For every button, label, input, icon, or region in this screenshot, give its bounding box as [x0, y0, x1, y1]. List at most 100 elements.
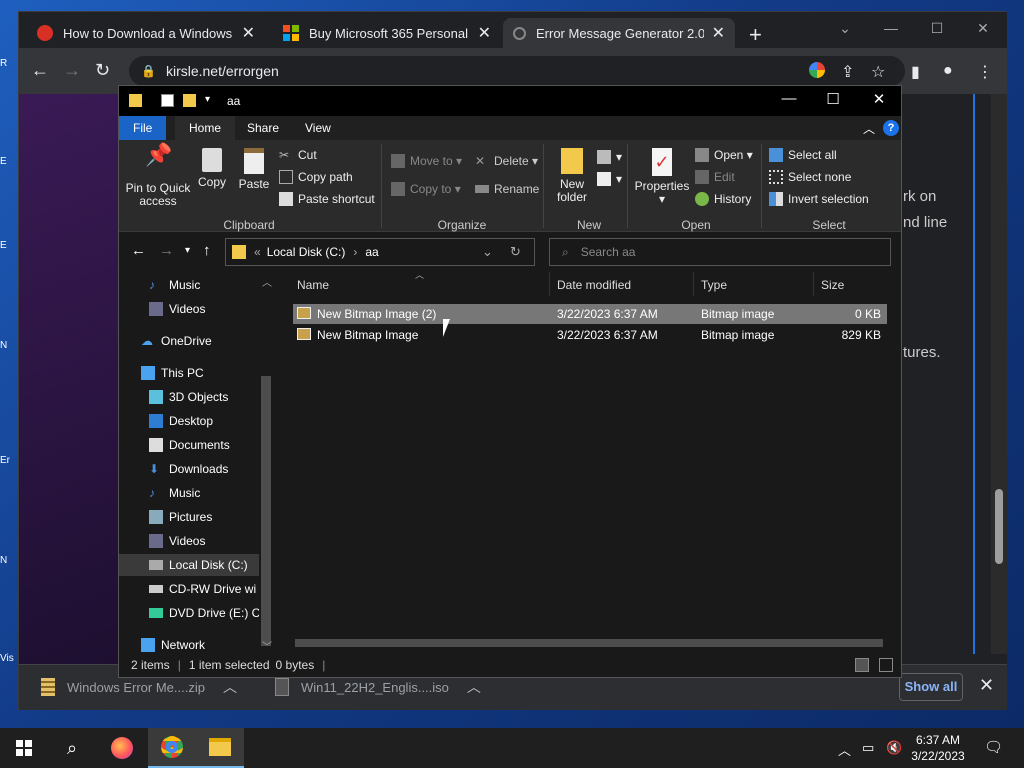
- nav-item-music[interactable]: ♪ Music: [119, 274, 259, 296]
- clock[interactable]: 6:37 AM 3/22/2023: [908, 732, 968, 764]
- nav-item-cd-drive[interactable]: CD-RW Drive wi: [119, 578, 259, 600]
- move-to-button[interactable]: Move to ▾: [391, 154, 462, 168]
- menu-icon[interactable]: ⋮: [977, 62, 993, 82]
- paste-button[interactable]: Paste: [237, 148, 271, 191]
- start-button[interactable]: [0, 728, 48, 768]
- collapse-ribbon-icon[interactable]: ︿: [863, 120, 875, 137]
- nav-item-desktop[interactable]: Desktop: [119, 410, 259, 432]
- network-icon[interactable]: ▭: [862, 740, 874, 756]
- nav-item-onedrive[interactable]: ☁ OneDrive: [119, 330, 259, 352]
- breadcrumb-aa[interactable]: aa: [365, 245, 378, 259]
- delete-button[interactable]: ✕ Delete ▾: [475, 154, 538, 168]
- google-icon[interactable]: [809, 62, 825, 78]
- download-item[interactable]: Windows Error Me....zip ︿: [41, 677, 237, 697]
- column-type[interactable]: Type: [701, 278, 727, 292]
- new-item-button[interactable]: ▾: [597, 150, 622, 164]
- chrome-icon[interactable]: [148, 728, 196, 768]
- reload-icon[interactable]: ↻: [95, 60, 110, 81]
- chevron-up-icon[interactable]: ︿: [838, 740, 851, 759]
- minimize-icon[interactable]: —: [769, 90, 809, 107]
- chevron-up-icon[interactable]: ︿: [467, 677, 481, 697]
- tab-file[interactable]: File: [119, 116, 167, 140]
- chevron-down-icon[interactable]: ﹀: [262, 638, 272, 653]
- desktop-icon[interactable]: E: [0, 240, 18, 280]
- nav-item-music[interactable]: ♪ Music: [119, 482, 259, 504]
- bookmark-star-icon[interactable]: ☆: [871, 62, 885, 82]
- column-size[interactable]: Size: [821, 278, 844, 292]
- large-icons-view-icon[interactable]: [879, 658, 893, 672]
- nav-item-videos[interactable]: Videos: [119, 530, 259, 552]
- paste-shortcut-button[interactable]: Paste shortcut: [279, 192, 375, 206]
- notifications-icon[interactable]: 🗨: [984, 738, 1003, 756]
- column-date-modified[interactable]: Date modified: [557, 278, 631, 292]
- nav-scrollbar[interactable]: ︿ ﹀: [259, 272, 273, 653]
- close-icon[interactable]: ✕: [478, 23, 491, 43]
- select-all-button[interactable]: Select all: [769, 148, 837, 162]
- profile-icon[interactable]: ●: [943, 62, 953, 80]
- nav-item-dvd-drive[interactable]: DVD Drive (E:) C: [119, 602, 259, 624]
- desktop-icon[interactable]: N: [0, 340, 18, 380]
- chevron-up-icon[interactable]: ︿: [262, 274, 272, 289]
- invert-selection-button[interactable]: Invert selection: [769, 192, 869, 206]
- properties-button[interactable]: ✓ Properties ▾: [633, 148, 691, 206]
- scrollbar-thumb[interactable]: [995, 489, 1003, 564]
- explorer-titlebar[interactable]: ▾ aa — ☐ ✕: [119, 86, 901, 116]
- page-scrollbar[interactable]: [991, 94, 1007, 654]
- nav-item-3d-objects[interactable]: 3D Objects: [119, 386, 259, 408]
- forward-icon[interactable]: →: [63, 60, 81, 81]
- close-window-icon[interactable]: ✕: [963, 16, 1003, 40]
- column-separator[interactable]: [549, 272, 550, 296]
- open-button[interactable]: Open ▾: [695, 148, 753, 162]
- close-icon[interactable]: ✕: [712, 23, 725, 43]
- maximize-icon[interactable]: ☐: [813, 90, 853, 108]
- new-folder-button[interactable]: New folder: [551, 148, 593, 204]
- pin-quick-access-button[interactable]: 📌 Pin to Quick access: [125, 144, 191, 208]
- desktop-icon[interactable]: N: [0, 555, 18, 595]
- select-none-button[interactable]: Select none: [769, 170, 851, 184]
- search-icon[interactable]: ⌕: [48, 728, 96, 768]
- column-separator[interactable]: [813, 272, 814, 296]
- forward-icon[interactable]: →: [159, 242, 174, 259]
- chevron-down-icon[interactable]: ⌄: [482, 244, 493, 260]
- firefox-icon[interactable]: [98, 728, 146, 768]
- nav-item-local-disk[interactable]: Local Disk (C:): [119, 554, 259, 576]
- tab-share[interactable]: Share: [233, 116, 293, 140]
- file-explorer-icon[interactable]: [196, 728, 244, 768]
- column-name[interactable]: Name: [297, 278, 329, 292]
- scrollbar-thumb[interactable]: [261, 376, 271, 646]
- chevron-down-icon[interactable]: ▾: [205, 94, 215, 107]
- rename-button[interactable]: Rename: [475, 182, 539, 196]
- share-icon[interactable]: ⇪: [841, 62, 854, 82]
- overflow-icon[interactable]: «: [254, 245, 261, 259]
- minimize-icon[interactable]: —: [871, 16, 911, 40]
- back-icon[interactable]: ←: [131, 242, 146, 259]
- nav-item-downloads[interactable]: ⬇ Downloads: [119, 458, 259, 480]
- desktop-icon[interactable]: Vis: [0, 653, 18, 693]
- up-icon[interactable]: ↑: [203, 242, 211, 259]
- address-box[interactable]: « Local Disk (C:) › aa ⌄ ↻: [225, 238, 535, 266]
- tab-windows-11[interactable]: How to Download a Windows 11 ✕: [27, 18, 265, 48]
- new-folder-icon[interactable]: [183, 94, 196, 107]
- nav-item-videos[interactable]: Videos: [119, 298, 259, 320]
- new-tab-button[interactable]: +: [749, 22, 762, 48]
- nav-item-pictures[interactable]: Pictures: [119, 506, 259, 528]
- tab-microsoft-365[interactable]: Buy Microsoft 365 Personal (form ✕: [273, 18, 501, 48]
- tab-error-generator[interactable]: Error Message Generator 2.0 - Ki ✕: [503, 18, 735, 48]
- close-icon[interactable]: ✕: [242, 23, 255, 43]
- copy-to-button[interactable]: Copy to ▾: [391, 182, 461, 196]
- edit-button[interactable]: Edit: [695, 170, 735, 184]
- horizontal-scrollbar[interactable]: [287, 636, 901, 650]
- nav-item-this-pc[interactable]: This PC: [119, 362, 259, 384]
- help-icon[interactable]: ?: [883, 120, 899, 136]
- details-view-icon[interactable]: [855, 658, 869, 672]
- nav-item-documents[interactable]: Documents: [119, 434, 259, 456]
- search-input[interactable]: ⌕ Search aa: [549, 238, 891, 266]
- chevron-up-icon[interactable]: ︿: [223, 677, 237, 697]
- column-separator[interactable]: [693, 272, 694, 296]
- refresh-icon[interactable]: ↻: [510, 244, 521, 260]
- close-window-icon[interactable]: ✕: [859, 90, 899, 108]
- desktop-icon[interactable]: E: [0, 156, 18, 196]
- tab-view[interactable]: View: [291, 116, 345, 140]
- properties-icon[interactable]: [161, 94, 174, 107]
- desktop-icon[interactable]: Er: [0, 455, 18, 495]
